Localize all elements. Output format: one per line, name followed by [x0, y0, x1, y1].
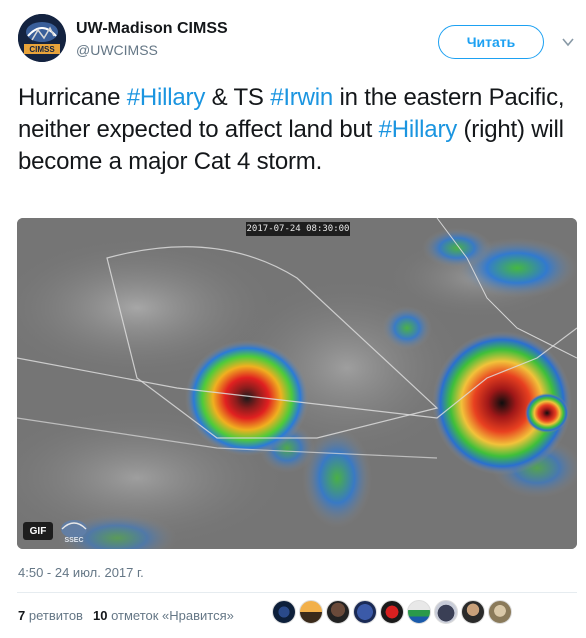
likes-count: 10	[92, 608, 108, 623]
avatar[interactable]: CIMSS	[18, 14, 66, 62]
image-timestamp: 2017-07-24 08:30:00	[246, 222, 350, 236]
retweets-count: 7	[18, 608, 26, 623]
liker-avatar[interactable]	[326, 600, 350, 624]
hashtag-link[interactable]: #Hillary	[379, 116, 458, 143]
liker-avatar[interactable]	[272, 600, 296, 624]
likes-stat[interactable]: 10 отметок «Нравится»	[93, 608, 234, 623]
screen-name[interactable]: @UWCIMSS	[76, 42, 158, 58]
retweets-label: ретвитов	[28, 608, 83, 623]
engagement-stats: 7 ретвитов 10 отметок «Нравится»	[18, 608, 234, 623]
hashtag-link[interactable]: #Irwin	[270, 84, 333, 111]
satellite-image[interactable]	[17, 218, 577, 549]
hashtag-link[interactable]: #Hillary	[127, 84, 206, 111]
follow-button[interactable]: Читать	[438, 25, 544, 59]
cimss-logo-icon: CIMSS	[18, 14, 66, 62]
tweet-header: CIMSS UW-Madison CIMSS @UWCIMSS Читать	[0, 0, 586, 78]
liker-avatar[interactable]	[407, 600, 431, 624]
display-name[interactable]: UW-Madison CIMSS	[76, 20, 228, 38]
chevron-down-icon[interactable]	[562, 36, 574, 48]
satellite-imagery	[17, 218, 577, 549]
likes-label: отметок «Нравится»	[111, 608, 234, 623]
tweet-text: Hurricane #Hillary & TS #Irwin in the ea…	[18, 82, 573, 178]
liker-avatar[interactable]	[299, 600, 323, 624]
gif-badge: GIF	[23, 522, 53, 540]
liker-avatar[interactable]	[461, 600, 485, 624]
post-timestamp[interactable]: 4:50 - 24 июл. 2017 г.	[18, 565, 144, 580]
liker-avatars	[272, 600, 512, 624]
ssec-logo-icon: SSEC	[61, 520, 87, 544]
liker-avatar[interactable]	[380, 600, 404, 624]
tweet-text-part: Hurricane	[18, 84, 127, 111]
liker-avatar[interactable]	[353, 600, 377, 624]
svg-text:SSEC: SSEC	[64, 537, 83, 544]
liker-avatar[interactable]	[434, 600, 458, 624]
liker-avatar[interactable]	[488, 600, 512, 624]
svg-text:CIMSS: CIMSS	[29, 45, 55, 54]
tweet-text-part: & TS	[205, 84, 271, 111]
divider	[17, 592, 577, 593]
retweets-stat[interactable]: 7 ретвитов	[18, 608, 83, 623]
